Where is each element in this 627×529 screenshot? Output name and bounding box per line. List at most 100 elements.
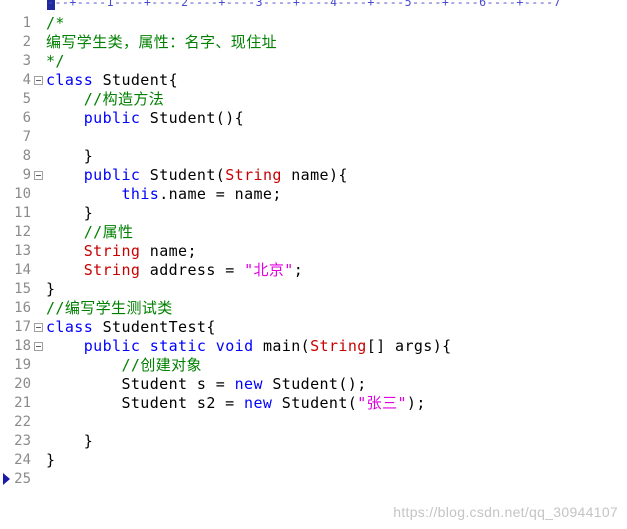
code-token-plain: main( <box>253 337 311 355</box>
code-line[interactable] <box>46 128 627 147</box>
line-number: 8 <box>22 148 31 164</box>
code-token-plain: Student( <box>140 166 226 184</box>
code-line[interactable]: this.name = name; <box>46 185 627 204</box>
code-line[interactable]: String address = "北京"; <box>46 261 627 280</box>
line-number: 2 <box>22 34 31 50</box>
line-number: 17 <box>14 319 31 335</box>
line-number: 13 <box>14 243 31 259</box>
code-line[interactable]: public Student(){ <box>46 109 627 128</box>
code-token-plain: Student s2 = <box>46 394 245 412</box>
code-token-comment: */ <box>46 52 65 70</box>
line-number: 19 <box>14 357 31 373</box>
code-token-type: String <box>83 242 141 260</box>
code-line[interactable] <box>46 413 627 432</box>
code-line[interactable]: public static void main(String[] args){ <box>46 337 627 356</box>
code-token-comment: 编写学生类，属性：名字、现住址 <box>46 33 278 51</box>
line-number: 21 <box>14 395 31 411</box>
line-number: 10 <box>14 186 31 202</box>
code-line[interactable]: } <box>46 432 627 451</box>
line-number: 4 <box>22 72 31 88</box>
code-token-plain: ; <box>293 261 304 279</box>
line-number: 18 <box>14 338 31 354</box>
code-token-plain: address = <box>140 261 245 279</box>
code-line[interactable]: */ <box>46 52 627 71</box>
code-editor[interactable]: /* 编写学生类，属性：名字、现住址 */class Student{ //构造方法… <box>46 14 627 529</box>
code-token-comment: /* <box>46 14 65 32</box>
code-line[interactable]: class StudentTest{ <box>46 318 627 337</box>
code-line[interactable]: } <box>46 451 627 470</box>
code-token-type: String <box>310 337 367 355</box>
code-line[interactable]: String name; <box>46 242 627 261</box>
line-number: 1 <box>22 15 31 31</box>
line-number: 23 <box>14 433 31 449</box>
line-number: 9 <box>22 167 31 183</box>
code-line[interactable]: //编写学生测试类 <box>46 299 627 318</box>
code-token-comment: //编写学生测试类 <box>46 299 173 317</box>
code-token-keyword: new <box>244 394 273 412</box>
code-token-keyword: public <box>83 166 141 184</box>
fold-minus-box-icon[interactable] <box>34 323 43 332</box>
code-token-plain: .name = name; <box>159 185 282 203</box>
code-token-comment: //创建对象 <box>121 356 202 374</box>
line-number: 3 <box>22 53 31 69</box>
code-token-keyword: static <box>149 337 207 355</box>
line-number: 7 <box>22 129 31 145</box>
code-line[interactable] <box>46 470 627 489</box>
line-number: 12 <box>14 224 31 240</box>
line-number: 5 <box>22 91 31 107</box>
code-line[interactable]: } <box>46 280 627 299</box>
line-number: 22 <box>14 414 31 430</box>
current-line-arrow-icon <box>3 473 10 485</box>
code-token-string: "北京" <box>244 261 294 279</box>
line-number-gutter: 1 2 3 4 5 6 7 8 9 10 11 12 13 14 15 16 17 18 19 20 21 22 23 24 2… <box>0 14 46 529</box>
code-token-plain: } <box>46 147 94 165</box>
code-token-plain: Student( <box>272 394 358 412</box>
code-token-plain: Student{ <box>93 71 179 89</box>
code-line[interactable]: } <box>46 147 627 166</box>
line-number: 15 <box>14 281 31 297</box>
line-number: 6 <box>22 110 31 126</box>
code-line[interactable]: public Student(String name){ <box>46 166 627 185</box>
code-token-plain: } <box>46 204 94 222</box>
code-line[interactable]: Student s2 = new Student("张三"); <box>46 394 627 413</box>
fold-minus-box-icon[interactable] <box>34 342 43 351</box>
code-token-plain: } <box>46 451 56 469</box>
code-line[interactable]: //创建对象 <box>46 356 627 375</box>
column-ruler: ---+----1----+----2----+----3----+----4-… <box>0 0 627 11</box>
code-token-plain: name; <box>140 242 197 260</box>
code-token-keyword: new <box>234 375 263 393</box>
line-number: 20 <box>14 376 31 392</box>
fold-minus-box-icon[interactable] <box>34 76 43 85</box>
code-token-string: "张三" <box>357 394 407 412</box>
code-token-plain: } <box>46 280 56 298</box>
code-line[interactable]: } <box>46 204 627 223</box>
code-token-comment: //属性 <box>83 223 134 241</box>
code-line[interactable]: class Student{ <box>46 71 627 90</box>
code-token-type: String <box>225 166 282 184</box>
code-line[interactable]: /* <box>46 14 627 33</box>
line-number: 24 <box>14 452 31 468</box>
code-token-plain: } <box>46 432 94 450</box>
code-token-keyword: class <box>46 71 94 89</box>
line-number: 16 <box>14 300 31 316</box>
code-token-plain: ); <box>406 394 426 412</box>
code-token-comment: //构造方法 <box>83 90 165 108</box>
code-line[interactable]: //构造方法 <box>46 90 627 109</box>
code-token-keyword: class <box>46 318 94 336</box>
line-number: 14 <box>14 262 31 278</box>
code-line[interactable]: 编写学生类，属性：名字、现住址 <box>46 33 627 52</box>
code-token-plain: Student(); <box>262 375 367 393</box>
code-token-plain: StudentTest{ <box>93 318 216 336</box>
fold-minus-box-icon[interactable] <box>34 171 43 180</box>
code-line[interactable]: Student s = new Student(); <box>46 375 627 394</box>
code-line[interactable]: //属性 <box>46 223 627 242</box>
